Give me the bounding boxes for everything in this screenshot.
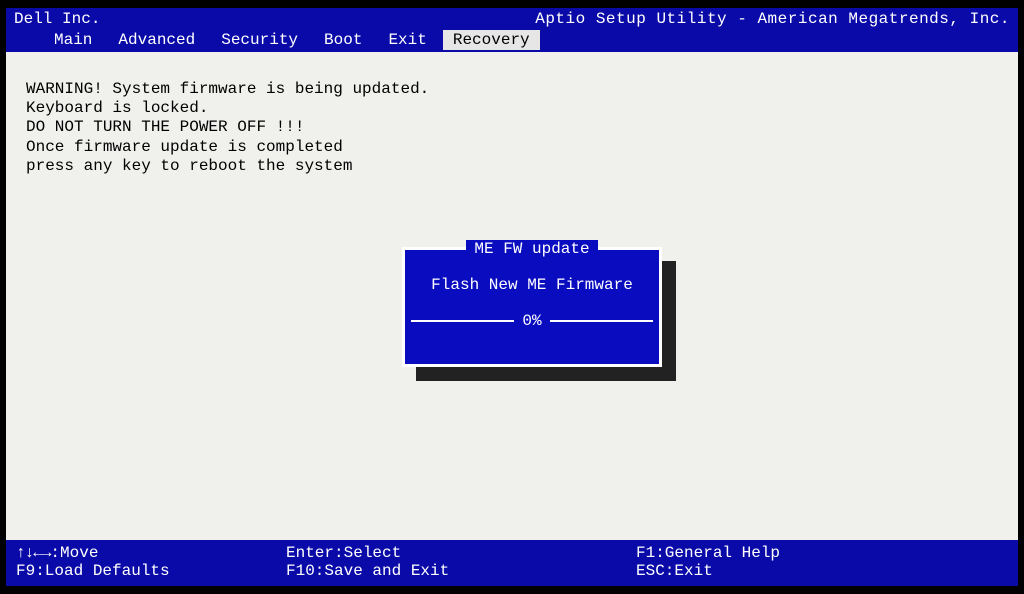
- warning-line-4: Once firmware update is completed: [26, 138, 998, 157]
- bios-frame: Dell Inc. Aptio Setup Utility - American…: [6, 8, 1018, 586]
- hint-esc-exit: ESC:Exit: [636, 562, 1008, 580]
- hint-select: Enter:Select: [286, 544, 636, 562]
- arrow-keys-icon: ↑↓←→: [16, 544, 50, 562]
- tab-security[interactable]: Security: [211, 30, 308, 50]
- warning-line-2: Keyboard is locked.: [26, 99, 998, 118]
- footer-row-2: F9:Load Defaults F10:Save and Exit ESC:E…: [16, 562, 1008, 580]
- utility-title: Aptio Setup Utility - American Megatrend…: [535, 10, 1010, 28]
- progress-line-left: [411, 320, 514, 322]
- dialog-title: ME FW update: [466, 240, 597, 258]
- header-top-row: Dell Inc. Aptio Setup Utility - American…: [14, 10, 1010, 28]
- warning-line-3: DO NOT TURN THE POWER OFF !!!: [26, 118, 998, 137]
- tab-main[interactable]: Main: [44, 30, 102, 50]
- hint-move: ↑↓←→:Move: [16, 544, 286, 562]
- firmware-dialog-wrap: ME FW update Flash New ME Firmware 0%: [402, 247, 662, 367]
- vendor-label: Dell Inc.: [14, 10, 100, 28]
- bios-header: Dell Inc. Aptio Setup Utility - American…: [6, 8, 1018, 52]
- tab-recovery[interactable]: Recovery: [443, 30, 540, 50]
- warning-line-1: WARNING! System firmware is being update…: [26, 80, 998, 99]
- menu-tabs: Main Advanced Security Boot Exit Recover…: [14, 30, 1010, 50]
- hint-move-label: :Move: [50, 544, 98, 562]
- bios-footer: ↑↓←→:Move Enter:Select F1:General Help F…: [6, 540, 1018, 586]
- progress-percent: 0%: [520, 312, 543, 330]
- tab-boot[interactable]: Boot: [314, 30, 372, 50]
- progress-line-right: [550, 320, 653, 322]
- hint-help: F1:General Help: [636, 544, 1008, 562]
- hint-defaults: F9:Load Defaults: [16, 562, 286, 580]
- warning-line-5: press any key to reboot the system: [26, 157, 998, 176]
- firmware-dialog: ME FW update Flash New ME Firmware 0%: [402, 247, 662, 367]
- dialog-title-bar: ME FW update: [405, 239, 659, 257]
- main-panel: WARNING! System firmware is being update…: [6, 52, 1018, 540]
- footer-row-1: ↑↓←→:Move Enter:Select F1:General Help: [16, 544, 1008, 562]
- tab-advanced[interactable]: Advanced: [108, 30, 205, 50]
- tab-exit[interactable]: Exit: [378, 30, 436, 50]
- hint-save-exit: F10:Save and Exit: [286, 562, 636, 580]
- progress-row: 0%: [405, 312, 659, 330]
